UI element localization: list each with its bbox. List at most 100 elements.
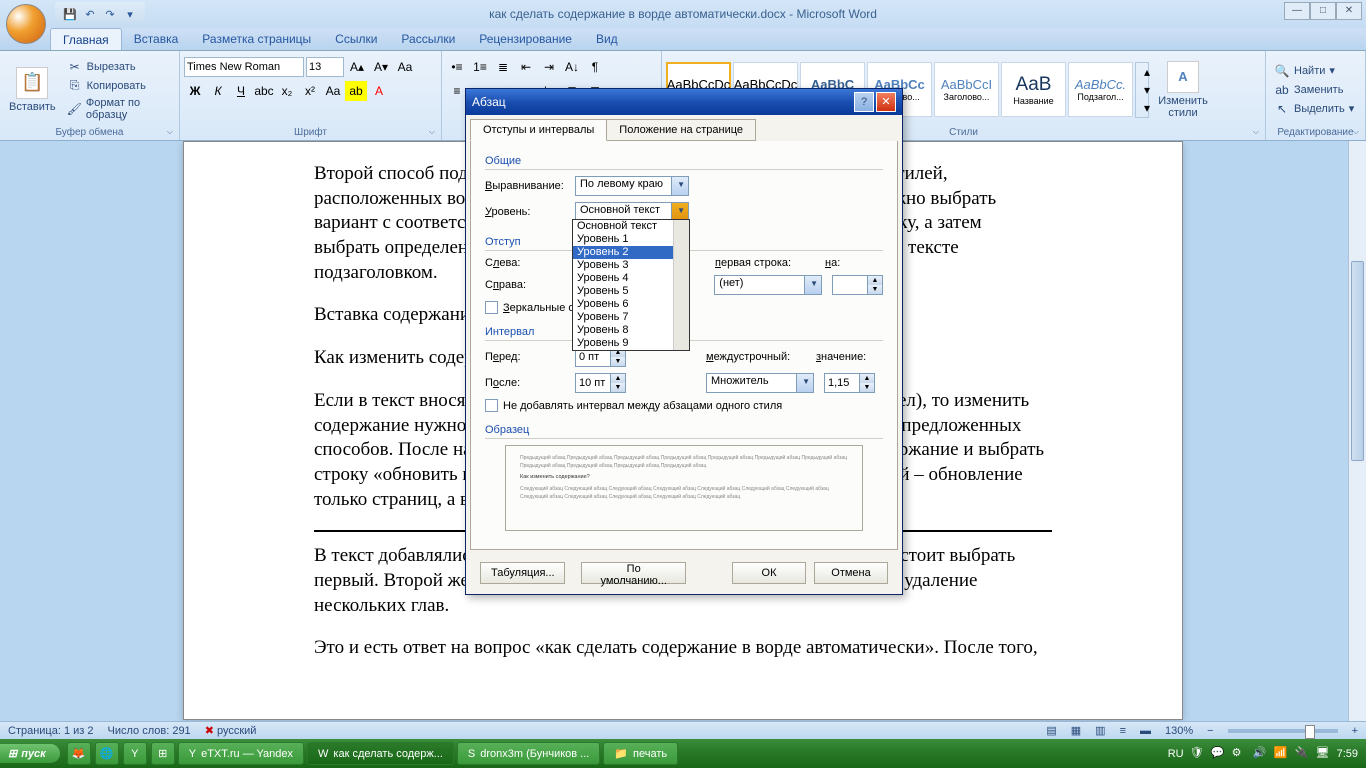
taskbar-task[interactable]: Wкак сделать содерж... [307, 742, 454, 765]
dropdown-option[interactable]: Уровень 4 [573, 272, 689, 285]
noadd-checkbox[interactable]: Не добавлять интервал между абзацами одн… [485, 399, 883, 412]
quicklaunch-icon[interactable]: ⊞ [151, 742, 175, 765]
shrink-font-icon[interactable]: A▾ [370, 57, 392, 77]
start-button[interactable]: ⊞пуск [0, 744, 60, 763]
font-name-combo[interactable] [184, 57, 304, 77]
level-dropdown-list[interactable]: Основной текст Уровень 1 Уровень 2 Урове… [572, 219, 690, 351]
quicklaunch-icon[interactable]: 🌐 [95, 742, 119, 765]
replace-button[interactable]: abЗаменить [1270, 81, 1358, 99]
paste-button[interactable]: 📋 Вставить [4, 65, 61, 115]
tabs-button[interactable]: Табуляция... [480, 562, 565, 584]
zoom-value[interactable]: 130% [1165, 725, 1193, 737]
redo-icon[interactable]: ↷ [101, 5, 119, 23]
ok-button[interactable]: ОК [732, 562, 806, 584]
grow-font-icon[interactable]: A▴ [346, 57, 368, 77]
view-print-icon[interactable]: ▤ [1046, 724, 1056, 737]
tray-icon[interactable]: 🖥 [1316, 746, 1331, 761]
outdent-icon[interactable]: ⇤ [515, 57, 537, 77]
view-read-icon[interactable]: ▦ [1071, 724, 1081, 737]
tab-links[interactable]: Ссылки [323, 28, 389, 50]
cancel-button[interactable]: Отмена [814, 562, 888, 584]
tab-view[interactable]: Вид [584, 28, 630, 50]
strike-button[interactable]: abc [253, 81, 275, 101]
tray-icon[interactable]: ⚙ [1232, 746, 1247, 761]
minimize-button[interactable]: — [1284, 2, 1310, 20]
zoom-slider[interactable] [1228, 729, 1338, 733]
dropdown-option[interactable]: Уровень 1 [573, 233, 689, 246]
tab-layout[interactable]: Разметка страницы [190, 28, 323, 50]
font-color-button[interactable]: A [368, 81, 390, 101]
after-spinner[interactable]: ▲▼ [575, 373, 626, 393]
tray-icon[interactable]: 💬 [1211, 746, 1226, 761]
multilevel-icon[interactable]: ≣ [492, 57, 514, 77]
show-marks-icon[interactable]: ¶ [584, 57, 606, 77]
tray-lang[interactable]: RU [1168, 748, 1184, 760]
tray-icon[interactable]: 📶 [1274, 746, 1289, 761]
bold-button[interactable]: Ж [184, 81, 206, 101]
taskbar-task[interactable]: Sdronx3m (Бунчиков ... [457, 742, 600, 765]
tray-icon[interactable]: 🔊 [1253, 746, 1268, 761]
quicklaunch-icon[interactable]: Y [123, 742, 147, 765]
bullets-icon[interactable]: •≡ [446, 57, 468, 77]
firstline-combo[interactable]: (нет) [714, 275, 822, 295]
linespacing-combo[interactable]: Множитель [706, 373, 814, 393]
tab-review[interactable]: Рецензирование [467, 28, 584, 50]
format-painter-button[interactable]: 🖌Формат по образцу [63, 96, 175, 122]
tab-home[interactable]: Главная [50, 28, 122, 50]
office-button[interactable] [6, 4, 46, 44]
tray-icon[interactable]: 🛡 [1190, 746, 1205, 761]
copy-button[interactable]: ⎘Копировать [63, 77, 175, 95]
italic-button[interactable]: К [207, 81, 229, 101]
dropdown-option[interactable]: Уровень 5 [573, 285, 689, 298]
dropdown-option[interactable]: Уровень 6 [573, 298, 689, 311]
dialog-titlebar[interactable]: Абзац ? ✕ [466, 89, 902, 115]
indent-icon[interactable]: ⇥ [538, 57, 560, 77]
view-web-icon[interactable]: ▥ [1095, 724, 1105, 737]
find-button[interactable]: 🔍Найти ▾ [1270, 62, 1358, 80]
taskbar-task[interactable]: 📁печать [603, 742, 678, 765]
style-subtitle[interactable]: AaBbCc.Подзагол... [1068, 62, 1133, 117]
superscript-button[interactable]: x² [299, 81, 321, 101]
sort-icon[interactable]: A↓ [561, 57, 583, 77]
quicklaunch-icon[interactable]: 🦊 [67, 742, 91, 765]
underline-button[interactable]: Ч [230, 81, 252, 101]
dropdown-option[interactable]: Основной текст [573, 220, 689, 233]
view-outline-icon[interactable]: ≡ [1120, 725, 1126, 737]
zoom-out-icon[interactable]: − [1207, 725, 1213, 737]
dropdown-scrollbar[interactable] [673, 220, 689, 350]
paragraph[interactable]: Это и есть ответ на вопрос «как сделать … [314, 636, 1052, 661]
default-button[interactable]: По умолчанию... [581, 562, 686, 584]
highlight-button[interactable]: ab [345, 81, 367, 101]
undo-icon[interactable]: ↶ [81, 5, 99, 23]
change-styles-button[interactable]: A Изменить стили [1151, 59, 1215, 121]
style-title[interactable]: AaBНазвание [1001, 62, 1066, 117]
by-spinner[interactable]: ▲▼ [832, 275, 883, 295]
tab-insert[interactable]: Вставка [122, 28, 191, 50]
scroll-thumb[interactable] [1351, 261, 1364, 461]
numbering-icon[interactable]: 1≡ [469, 57, 491, 77]
taskbar-task[interactable]: YeTXT.ru — Yandex [178, 742, 304, 765]
dropdown-option[interactable]: Уровень 3 [573, 259, 689, 272]
font-size-combo[interactable] [306, 57, 344, 77]
subscript-button[interactable]: x₂ [276, 81, 298, 101]
status-lang[interactable]: ✖ русский [205, 724, 257, 737]
status-words[interactable]: Число слов: 291 [108, 725, 191, 737]
dialog-help-button[interactable]: ? [854, 92, 874, 112]
status-page[interactable]: Страница: 1 из 2 [8, 725, 94, 737]
dropdown-option[interactable]: Уровень 2 [573, 246, 689, 259]
vertical-scrollbar[interactable] [1348, 141, 1366, 721]
qat-more-icon[interactable]: ▾ [121, 5, 139, 23]
dropdown-option[interactable]: Уровень 7 [573, 311, 689, 324]
zoom-in-icon[interactable]: + [1352, 725, 1358, 737]
dialog-tab-position[interactable]: Положение на странице [606, 119, 756, 141]
case-button[interactable]: Aa [322, 81, 344, 101]
dropdown-option[interactable]: Уровень 8 [573, 324, 689, 337]
tab-mail[interactable]: Рассылки [389, 28, 467, 50]
dialog-close-button[interactable]: ✕ [876, 92, 896, 112]
close-button[interactable]: ✕ [1336, 2, 1362, 20]
cut-button[interactable]: ✂Вырезать [63, 58, 175, 76]
dropdown-option[interactable]: Уровень 9 [573, 337, 689, 350]
maximize-button[interactable]: □ [1310, 2, 1336, 20]
dialog-tab-indents[interactable]: Отступы и интервалы [470, 119, 607, 141]
alignment-combo[interactable]: По левому краю [575, 176, 689, 196]
